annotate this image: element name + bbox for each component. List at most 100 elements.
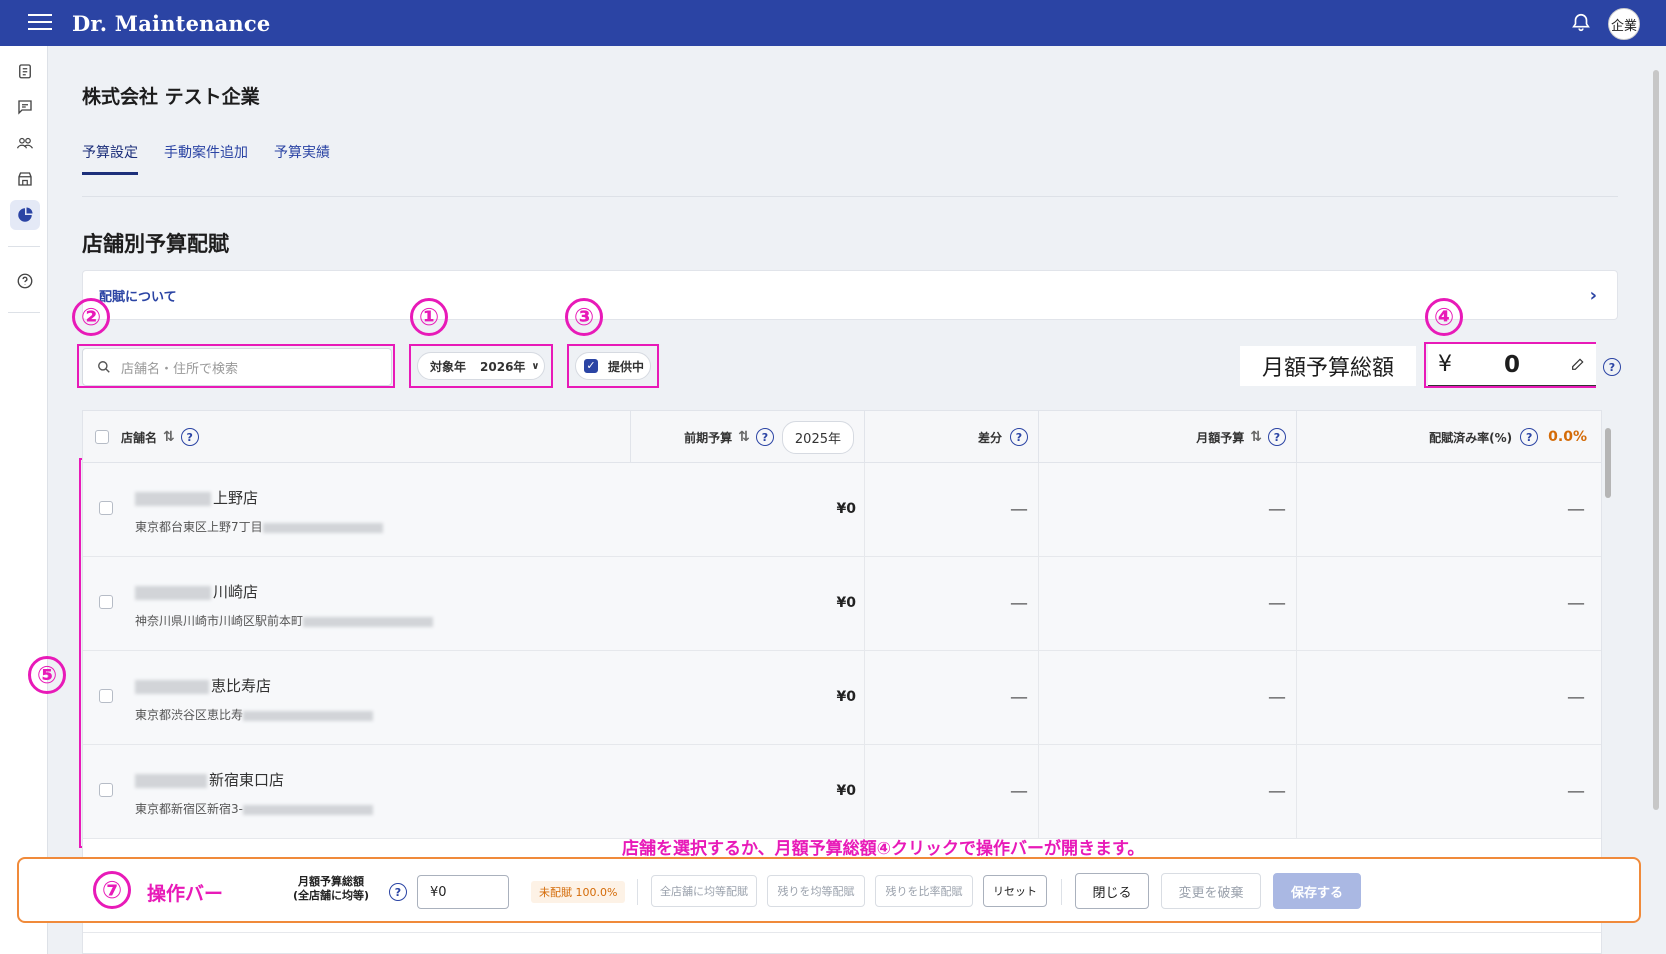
diff-value: — <box>1010 687 1028 708</box>
chevron-right-icon: › <box>1589 285 1597 306</box>
equal-rest-button[interactable]: 残りを均等配賦 <box>767 875 865 907</box>
rate-help-icon[interactable]: ? <box>1520 428 1539 446</box>
monthly-budget-total-value: 0 <box>1504 351 1521 378</box>
operation-bar: ⑦ 操作バー 月額予算総額 (全店舗に均等) ? ¥0 未配賦 100.0% 全… <box>17 857 1641 923</box>
opbar-help-icon[interactable]: ? <box>389 883 407 901</box>
prev-year-select[interactable]: 2025年 <box>781 420 854 454</box>
currency-symbol: ¥ <box>1438 352 1452 377</box>
diff-help-icon[interactable]: ? <box>1010 428 1028 446</box>
year-label: 対象年 <box>430 359 467 374</box>
search-input[interactable]: 店舗名・住所で検索 <box>82 348 392 386</box>
monthly-help-icon[interactable]: ? <box>1268 428 1286 446</box>
store-name: 上野店 <box>135 487 258 508</box>
monthly-value: — <box>1268 687 1286 708</box>
prev-budget-value: ¥0 <box>836 595 856 611</box>
row-checkbox[interactable] <box>99 689 113 703</box>
year-select[interactable]: 対象年 2026年 ∨ <box>417 352 545 380</box>
col-store: 店舗名 ⇅ ? <box>83 411 631 463</box>
save-button[interactable]: 保存する <box>1273 873 1361 909</box>
chat-icon[interactable] <box>10 92 40 122</box>
rate-value: — <box>1567 687 1585 708</box>
pencil-icon[interactable] <box>1570 356 1586 372</box>
menu-icon[interactable] <box>28 14 52 32</box>
opbar-budget-label: 月額予算総額 (全店舗に均等) <box>293 875 370 902</box>
table-row[interactable]: 上野店 東京都台東区上野7丁目 ¥0 — — — <box>83 463 1601 557</box>
tab-budget-settings[interactable]: 予算設定 <box>82 142 138 175</box>
sort-icon[interactable]: ⇅ <box>1250 429 1262 445</box>
table-header: 店舗名 ⇅ ? 前期予算 ⇅ ? 2025年 差分 ? 月額予算 ⇅ ? 配賦済… <box>83 411 1601 463</box>
store-icon[interactable] <box>10 164 40 194</box>
sort-icon[interactable]: ⇅ <box>163 429 175 445</box>
top-bar: Dr. Maintenance 企業 <box>0 0 1666 46</box>
monthly-budget-total-label: 月額予算総額 <box>1240 346 1416 386</box>
table-row[interactable]: 川崎店 神奈川県川崎市川崎区駅前本町 ¥0 — — — <box>83 557 1601 651</box>
hint-text: 店舗を選択するか、月額予算総額④クリックで操作バーが開きます。 <box>622 839 1145 859</box>
rate-value: — <box>1567 499 1585 520</box>
store-address: 東京都台東区上野7丁目 <box>135 518 385 535</box>
col-store-label: 店舗名 <box>121 430 158 445</box>
table-row[interactable]: 恵比寿店 東京都渋谷区恵比寿 ¥0 — — — <box>83 651 1601 745</box>
divider <box>82 196 1618 197</box>
callout-5: ⑤ <box>28 656 66 694</box>
callout-7: ⑦ <box>93 871 131 909</box>
page-scrollbar[interactable] <box>1650 60 1662 954</box>
rate-value: — <box>1567 781 1585 802</box>
providing-checkbox[interactable]: ✓ <box>584 359 598 373</box>
monthly-value: — <box>1268 781 1286 802</box>
monthly-value: — <box>1268 593 1286 614</box>
opbar-budget-input[interactable]: ¥0 <box>417 875 509 909</box>
reset-button[interactable]: リセット <box>983 875 1047 907</box>
sort-icon[interactable]: ⇅ <box>738 429 750 445</box>
prev-budget-value: ¥0 <box>836 689 856 705</box>
about-allocation-link[interactable]: 配賦について › <box>82 270 1618 320</box>
store-name: 新宿東口店 <box>135 769 284 790</box>
search-placeholder: 店舗名・住所で検索 <box>121 361 239 377</box>
brand-logo[interactable]: Dr. Maintenance <box>72 11 270 36</box>
avatar[interactable]: 企業 <box>1608 8 1640 40</box>
store-name: 恵比寿店 <box>135 675 271 696</box>
discard-button[interactable]: 変更を破棄 <box>1161 873 1261 909</box>
table-scrollbar[interactable] <box>1604 412 1612 832</box>
prev-budget-value: ¥0 <box>836 783 856 799</box>
prev-budget-value: ¥0 <box>836 501 856 517</box>
store-name: 川崎店 <box>135 581 258 602</box>
providing-filter[interactable]: ✓ 提供中 <box>575 352 651 380</box>
store-help-icon[interactable]: ? <box>180 428 199 446</box>
col-prev-budget: 前期予算 ⇅ ? 2025年 <box>631 411 865 463</box>
tab-bar: 予算設定 手動案件追加 予算実績 <box>82 142 330 175</box>
tab-manual-case[interactable]: 手動案件追加 <box>164 142 248 175</box>
callout-3: ③ <box>565 298 603 336</box>
col-allocated-rate: 配賦済み率(%) ? 0.0% <box>1297 411 1601 463</box>
col-prev-budget-label: 前期予算 <box>684 430 733 445</box>
prev-budget-help-icon[interactable]: ? <box>755 428 774 446</box>
close-button[interactable]: 閉じる <box>1075 873 1149 909</box>
row-checkbox[interactable] <box>99 595 113 609</box>
chevron-down-icon: ∨ <box>531 360 540 372</box>
allocated-rate-value: 0.0% <box>1548 429 1587 445</box>
select-all-checkbox[interactable] <box>95 430 109 444</box>
equal-all-button[interactable]: 全店舗に均等配賦 <box>651 875 757 907</box>
monthly-budget-total-field[interactable]: ¥ 0 <box>1428 344 1596 386</box>
users-icon[interactable] <box>10 128 40 158</box>
operation-bar-title: 操作バー <box>147 883 224 905</box>
clipboard-icon[interactable] <box>10 56 40 86</box>
side-rail <box>0 46 48 954</box>
about-allocation-label: 配賦について <box>99 289 177 305</box>
row-checkbox[interactable] <box>99 783 113 797</box>
callout-2: ② <box>72 298 110 336</box>
callout-1: ① <box>410 298 448 336</box>
section-title: 店舗別予算配賦 <box>82 232 229 256</box>
diff-value: — <box>1010 499 1028 520</box>
budget-help-icon[interactable]: ? <box>1603 358 1621 376</box>
rate-value: — <box>1567 593 1585 614</box>
bell-icon[interactable] <box>1570 12 1592 34</box>
help-icon[interactable] <box>10 266 40 296</box>
tab-budget-results[interactable]: 予算実績 <box>274 142 330 175</box>
table-row[interactable]: 新宿東口店 東京都新宿区新宿3- ¥0 — — — <box>83 745 1601 839</box>
store-address: 東京都渋谷区恵比寿 <box>135 706 375 723</box>
pie-chart-icon[interactable] <box>10 200 40 230</box>
search-icon <box>98 361 110 373</box>
ratio-rest-button[interactable]: 残りを比率配賦 <box>875 875 973 907</box>
unallocated-badge: 未配賦 100.0% <box>531 881 626 903</box>
row-checkbox[interactable] <box>99 501 113 515</box>
